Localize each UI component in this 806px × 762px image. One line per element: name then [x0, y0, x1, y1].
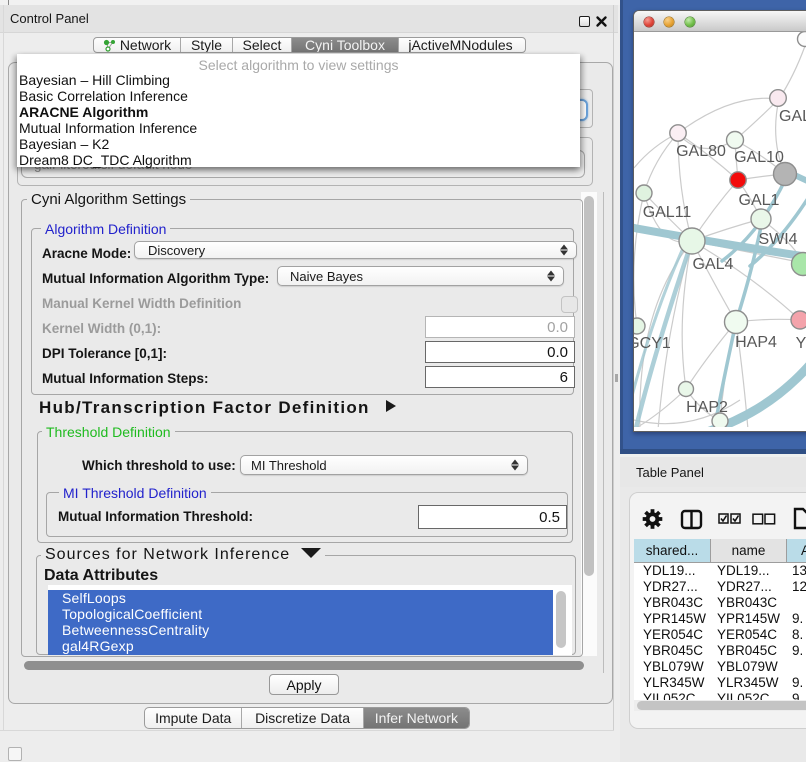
svg-text:GAL4: GAL4 — [693, 256, 734, 273]
svg-text:GAL10: GAL10 — [734, 149, 784, 166]
svg-text:GAL1: GAL1 — [739, 192, 780, 209]
svg-text:HAP2: HAP2 — [686, 399, 728, 416]
svg-text:GAL80: GAL80 — [676, 143, 726, 160]
svg-text:GAL: GAL — [779, 108, 806, 125]
svg-text:HAP4: HAP4 — [735, 334, 777, 351]
svg-text:Y: Y — [796, 335, 806, 352]
svg-text:GCY1: GCY1 — [634, 335, 671, 352]
svg-text:GAL11: GAL11 — [643, 204, 692, 221]
svg-text:SWI4: SWI4 — [758, 231, 797, 248]
